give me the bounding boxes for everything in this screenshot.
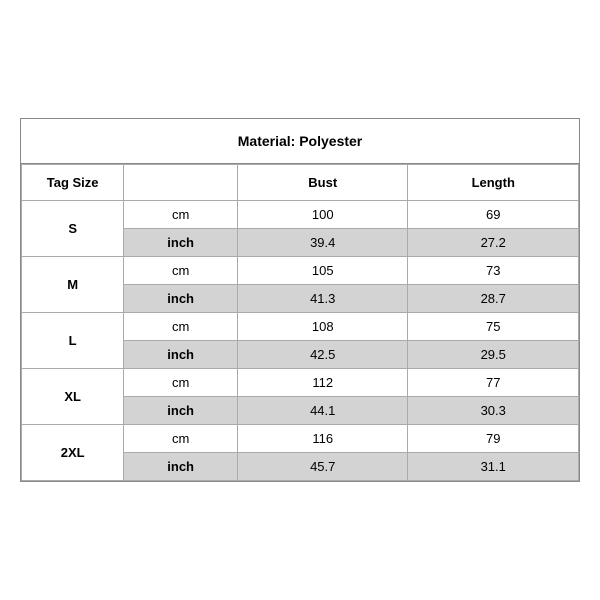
unit-cell: cm	[124, 425, 238, 453]
tag-size-2xl: 2XL	[22, 425, 124, 481]
tag-size-m: M	[22, 257, 124, 313]
bust-value: 108	[237, 313, 408, 341]
bust-value: 39.4	[237, 229, 408, 257]
unit-cell: inch	[124, 397, 238, 425]
unit-cell: cm	[124, 313, 238, 341]
tag-size-xl: XL	[22, 369, 124, 425]
unit-cell: inch	[124, 285, 238, 313]
tag-size-l: L	[22, 313, 124, 369]
length-value: 79	[408, 425, 579, 453]
header-bust: Bust	[237, 165, 408, 201]
header-length: Length	[408, 165, 579, 201]
header-tag-size: Tag Size	[22, 165, 124, 201]
header-unit	[124, 165, 238, 201]
bust-value: 112	[237, 369, 408, 397]
bust-value: 100	[237, 201, 408, 229]
unit-cell: cm	[124, 201, 238, 229]
size-table: Tag Size Bust Length Scm10069inch39.427.…	[21, 164, 579, 481]
length-value: 29.5	[408, 341, 579, 369]
length-value: 77	[408, 369, 579, 397]
size-chart-container: Material: Polyester Tag Size Bust Length…	[20, 118, 580, 482]
unit-cell: cm	[124, 257, 238, 285]
bust-value: 41.3	[237, 285, 408, 313]
length-value: 75	[408, 313, 579, 341]
unit-cell: inch	[124, 453, 238, 481]
bust-value: 42.5	[237, 341, 408, 369]
chart-title: Material: Polyester	[21, 119, 579, 164]
unit-cell: inch	[124, 341, 238, 369]
length-value: 27.2	[408, 229, 579, 257]
bust-value: 45.7	[237, 453, 408, 481]
bust-value: 44.1	[237, 397, 408, 425]
bust-value: 105	[237, 257, 408, 285]
unit-cell: inch	[124, 229, 238, 257]
bust-value: 116	[237, 425, 408, 453]
tag-size-s: S	[22, 201, 124, 257]
unit-cell: cm	[124, 369, 238, 397]
length-value: 28.7	[408, 285, 579, 313]
length-value: 69	[408, 201, 579, 229]
length-value: 31.1	[408, 453, 579, 481]
length-value: 73	[408, 257, 579, 285]
length-value: 30.3	[408, 397, 579, 425]
